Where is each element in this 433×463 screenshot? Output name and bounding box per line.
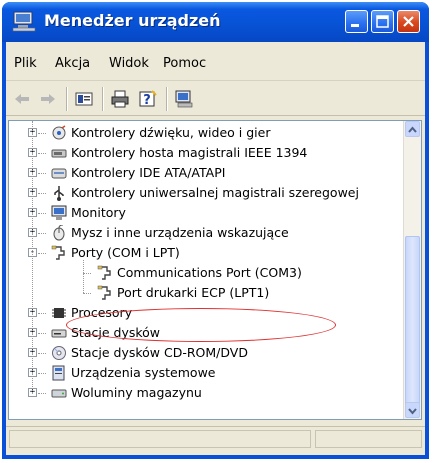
tree-item[interactable]: + Stacje dysków [9,323,389,343]
menu-akcja[interactable]: Akcja [55,56,90,71]
scroll-thumb[interactable] [405,236,420,416]
tree-item[interactable]: + Woluminy magazynu [9,383,389,403]
processor-icon [52,308,66,318]
menu-plik[interactable]: Plik [14,56,37,71]
menu-bar: Plik Akcja Widok Pomoc [6,42,425,81]
usb-icon [54,186,64,201]
tree-connector [38,173,46,174]
tree-item[interactable]: + Kontrolery uniwersalnej magistrali szer… [9,183,389,203]
scroll-down-button[interactable] [405,402,420,418]
port-icon [51,245,65,260]
monitor-icon [51,205,67,220]
port-icon [97,285,111,300]
menu-pomoc[interactable]: Pomoc [163,56,206,71]
status-pane-main [9,430,311,448]
window-title: Menedżer urządzeń [44,11,221,30]
tree-item-label: Urządzenia systemowe [71,365,216,380]
tree-item[interactable]: Communications Port (COM3) [9,263,389,283]
sound-icon [52,125,66,140]
port-icon [97,265,111,280]
tree-item-label: Port drukarki ECP (LPT1) [117,285,270,300]
scroll-up-button[interactable] [405,121,420,137]
status-bar [6,426,425,451]
chevron-up-icon [408,126,417,133]
computer-icon[interactable] [174,89,194,109]
tree-item[interactable]: + Kontrolery IDE ATA/ATAPI [9,163,389,183]
properties-icon[interactable] [74,89,94,109]
close-icon [403,16,414,27]
minimize-icon [351,24,359,27]
maximize-icon [376,15,389,28]
tree-connector [38,393,46,394]
ieee1394-icon [51,149,67,158]
device-manager-window: Menedżer urządzeń Plik Akcja Widok Pomoc… [2,2,429,459]
tree-connector [38,213,46,214]
tree-connector [38,133,46,134]
tree-item[interactable]: + Urządzenia systemowe [9,363,389,383]
tree-connector [38,193,46,194]
volume-icon [51,389,67,398]
chevron-down-icon [408,408,417,415]
toolbar-separator [166,87,167,111]
tree-connector [38,253,46,254]
mouse-icon [53,225,65,241]
status-pane-secondary [315,430,422,448]
help-icon[interactable]: ? [138,89,158,109]
vertical-scrollbar[interactable] [403,121,421,419]
system-device-icon [52,365,65,381]
tree-connector [38,153,46,154]
back-arrow-icon[interactable] [12,89,32,109]
tree-item-label: Stacje dysków CD-ROM/DVD [71,345,248,360]
tree-item-label: Kontrolery hosta magistrali IEEE 1394 [71,145,308,160]
menu-widok[interactable]: Widok [109,56,149,71]
toolbar: ? [6,81,425,116]
tree-item-label: Communications Port (COM3) [117,265,302,280]
toolbar-separator [66,87,67,111]
tree-connector [83,293,91,294]
minimize-button[interactable] [345,10,368,33]
tree-connector [38,233,46,234]
tree-trunk-line [32,121,33,393]
tree-connector [83,273,91,274]
tree-item[interactable]: + Stacje dysków CD-ROM/DVD [9,343,389,363]
disk-drive-icon [51,329,67,338]
tree-item-label: Stacje dysków [71,325,161,340]
tree-item-label: Kontrolery IDE ATA/ATAPI [71,165,226,180]
tree-connector [38,373,46,374]
tree-item-label: Monitory [71,205,126,220]
tree-item-label: Kontrolery dźwięku, wideo i gier [71,125,271,140]
print-icon[interactable] [110,89,130,109]
toolbar-separator [102,87,103,111]
tree-item[interactable]: + Kontrolery hosta magistrali IEEE 1394 [9,143,389,163]
device-manager-icon [12,11,36,32]
tree-item[interactable]: + Mysz i inne urządzenia wskazujące [9,223,389,243]
ide-controller-icon [51,168,67,179]
tree-item-label: Mysz i inne urządzenia wskazujące [71,225,289,240]
maximize-button[interactable] [371,10,394,33]
tree-item[interactable]: + Kontrolery dźwięku, wideo i gier [9,123,389,143]
tree-item[interactable]: - Porty (COM i LPT) [9,243,389,263]
device-tree[interactable]: + Kontrolery dźwięku, wideo i gier + Kontro… [8,120,422,420]
tree-item-label: Procesory [71,305,133,320]
tree-item-label: Kontrolery uniwersalnej magistrali szere… [71,185,359,200]
close-button[interactable] [397,10,420,33]
tree-item-label: Porty (COM i LPT) [71,245,180,260]
tree-item-label: Woluminy magazynu [71,385,202,400]
cdrom-icon [52,346,66,360]
tree-connector [38,353,46,354]
svg-text:?: ? [143,93,151,108]
forward-arrow-icon[interactable] [38,89,58,109]
tree-item[interactable]: + Procesory [9,303,389,323]
title-bar[interactable]: Menedżer urządzeń [2,2,429,42]
tree-item[interactable]: Port drukarki ECP (LPT1) [9,283,389,303]
tree-connector [38,333,46,334]
window-client-area: Plik Akcja Widok Pomoc ? + Kontrolery dźw… [6,42,425,455]
tree-child-line [83,260,84,293]
tree-connector [38,313,46,314]
tree-item[interactable]: + Monitory [9,203,389,223]
